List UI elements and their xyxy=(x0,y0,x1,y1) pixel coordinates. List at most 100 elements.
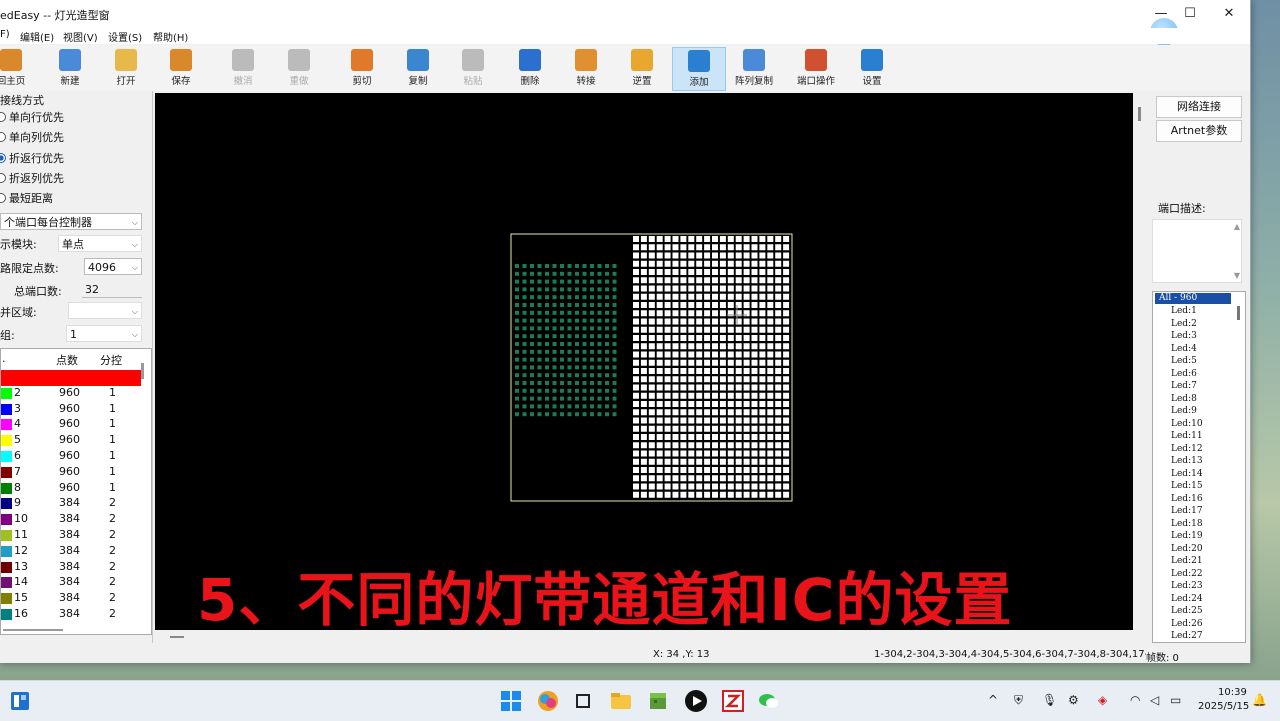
toolbar-button-11[interactable]: 逆置 xyxy=(616,47,668,89)
led-list-item[interactable]: Led:9 xyxy=(1171,405,1197,418)
led-list-item[interactable]: Led:27 xyxy=(1171,630,1203,642)
toolbar-button-0[interactable]: 回主页 xyxy=(0,47,37,89)
table-row[interactable]: 5 960 1 xyxy=(1,433,141,449)
toolbar-button-6[interactable]: 剪切 xyxy=(336,47,388,89)
clock-time[interactable]: 10:39 xyxy=(1218,687,1247,698)
led-list-item[interactable]: Led:11 xyxy=(1171,430,1203,443)
led-list-item[interactable]: Led:15 xyxy=(1171,480,1203,493)
toolbar-button-9[interactable]: 删除 xyxy=(504,47,556,89)
led-list-item[interactable]: Led:1 xyxy=(1171,305,1197,318)
radio-button-icon[interactable] xyxy=(0,132,6,143)
toolbar-button-2[interactable]: 打开 xyxy=(100,47,152,89)
table-row[interactable]: 11 384 2 xyxy=(1,528,141,544)
led-all-item[interactable]: All - 960 xyxy=(1155,293,1231,304)
led-list-item[interactable]: Led:25 xyxy=(1171,605,1203,618)
table-row[interactable]: 4 960 1 xyxy=(1,417,141,433)
scroll-thumb[interactable] xyxy=(1138,107,1141,121)
radio-button-icon[interactable] xyxy=(0,172,6,183)
tray-chevron-icon[interactable]: ^ xyxy=(988,693,998,707)
controller-column-header[interactable]: 分控 xyxy=(100,352,122,368)
app-icon-colorful[interactable] xyxy=(536,689,560,713)
media-player-icon[interactable] xyxy=(684,689,708,713)
toolbar-button-1[interactable]: 新建 xyxy=(44,47,96,89)
toolbar-button-3[interactable]: 保存 xyxy=(155,47,207,89)
led-list-item[interactable]: Led:16 xyxy=(1171,493,1203,506)
table-vertical-scrollbar[interactable] xyxy=(141,363,144,379)
led-list-item[interactable]: Led:4 xyxy=(1171,343,1197,356)
wiring-option-3[interactable]: 折返列优先 xyxy=(0,170,64,186)
table-horizontal-scrollbar[interactable] xyxy=(3,629,63,631)
app-z-icon[interactable] xyxy=(721,689,745,713)
led-list-item[interactable]: Led:18 xyxy=(1171,518,1203,531)
group-select[interactable]: 1 ⌵ xyxy=(66,325,142,342)
toolbar-button-15[interactable]: 设置 xyxy=(846,47,898,89)
menu-settings[interactable]: 设置(S) xyxy=(108,29,142,44)
led-list-item[interactable]: Led:20 xyxy=(1171,543,1203,556)
radio-button-icon[interactable] xyxy=(0,112,6,122)
led-list-item[interactable]: Led:17 xyxy=(1171,505,1203,518)
table-row[interactable]: 8 960 1 xyxy=(1,481,141,497)
maximize-button[interactable]: ☐ xyxy=(1175,4,1205,24)
led-list-item[interactable]: Led:3 xyxy=(1171,330,1197,343)
close-button[interactable]: ✕ xyxy=(1214,4,1244,24)
minecraft-icon[interactable] xyxy=(646,689,670,713)
port-column-header[interactable]: . xyxy=(2,352,6,365)
led-list-item[interactable]: Led:13 xyxy=(1171,455,1203,468)
menu-file[interactable]: F) xyxy=(0,29,10,40)
led-list-item[interactable]: Led:19 xyxy=(1171,530,1203,543)
canvas-vertical-scrollbar[interactable] xyxy=(1133,93,1147,630)
led-list-item[interactable]: Led:22 xyxy=(1171,568,1203,581)
table-row[interactable]: 10 384 2 xyxy=(1,512,141,528)
windows-start-icon[interactable] xyxy=(499,689,523,713)
led-list-item[interactable]: Led:14 xyxy=(1171,468,1203,481)
table-row[interactable]: 12 384 2 xyxy=(1,544,141,560)
led-list-item[interactable]: Led:24 xyxy=(1171,593,1203,606)
menu-help[interactable]: 帮助(H) xyxy=(153,29,188,44)
network-tray-icon[interactable]: ⚙ xyxy=(1068,693,1079,707)
toolbar-button-13[interactable]: 阵列复制 xyxy=(728,47,780,89)
wiring-option-1[interactable]: 单向列优先 xyxy=(0,129,64,145)
battery-icon[interactable]: ▭ xyxy=(1170,693,1181,707)
scroll-thumb[interactable] xyxy=(170,636,184,638)
points-column-header[interactable]: 点数 xyxy=(56,352,78,368)
microphone-icon[interactable]: 🎙 xyxy=(1042,693,1057,707)
led-canvas[interactable] xyxy=(155,93,1133,630)
antivirus-icon[interactable]: ◈ xyxy=(1098,693,1107,707)
led-list-item[interactable]: Led:8 xyxy=(1171,393,1197,406)
table-row[interactable]: 15 384 2 xyxy=(1,591,141,607)
artnet-params-button[interactable]: Artnet参数 xyxy=(1156,120,1242,142)
led-list-item[interactable]: Led:21 xyxy=(1171,555,1203,568)
scroll-up-arrow-icon[interactable]: ▲ xyxy=(1234,222,1240,231)
scroll-down-arrow-icon[interactable]: ▼ xyxy=(1234,271,1240,280)
led-list-item[interactable]: Led:23 xyxy=(1171,580,1203,593)
file-explorer-icon[interactable] xyxy=(609,689,633,713)
wechat-icon[interactable] xyxy=(757,689,781,713)
table-row[interactable]: 13 384 2 xyxy=(1,560,141,576)
merge-area-select[interactable]: ⌵ xyxy=(68,302,142,319)
wiring-option-2[interactable]: 折返行优先 xyxy=(0,150,64,166)
table-row[interactable]: 2 960 1 xyxy=(1,386,141,402)
table-row[interactable]: 16 384 2 xyxy=(1,607,141,623)
widgets-icon[interactable] xyxy=(8,689,32,713)
table-row[interactable]: 3 960 1 xyxy=(1,402,141,418)
speaker-icon[interactable]: ◁ xyxy=(1150,693,1159,707)
wifi-icon[interactable]: ◠ xyxy=(1130,693,1140,707)
table-row[interactable]: 7 960 1 xyxy=(1,465,141,481)
toolbar-button-4[interactable]: 撤消 xyxy=(217,47,269,89)
port-desc-textbox[interactable]: ▲ ▼ xyxy=(1152,219,1242,283)
led-list-item[interactable]: Led:7 xyxy=(1171,380,1197,393)
led-list-item[interactable]: Led:12 xyxy=(1171,443,1203,456)
radio-button-icon[interactable] xyxy=(0,152,6,163)
network-connect-button[interactable]: 网络连接 xyxy=(1156,96,1242,118)
display-module-select[interactable]: 单点 ⌵ xyxy=(58,235,142,252)
toolbar-button-10[interactable]: 转接 xyxy=(560,47,612,89)
led-list-item[interactable]: Led:26 xyxy=(1171,618,1203,631)
total-ports-field[interactable]: 32 xyxy=(82,281,142,298)
led-list-item[interactable]: Led:6 xyxy=(1171,368,1197,381)
toolbar-button-5[interactable]: 重做 xyxy=(273,47,325,89)
notification-bell-icon[interactable]: 🔔 xyxy=(1252,693,1267,707)
toolbar-button-12[interactable]: 添加 xyxy=(672,47,726,91)
led-list-item[interactable]: Led:5 xyxy=(1171,355,1197,368)
table-row[interactable] xyxy=(1,370,141,386)
table-row[interactable]: 14 384 2 xyxy=(1,575,141,591)
